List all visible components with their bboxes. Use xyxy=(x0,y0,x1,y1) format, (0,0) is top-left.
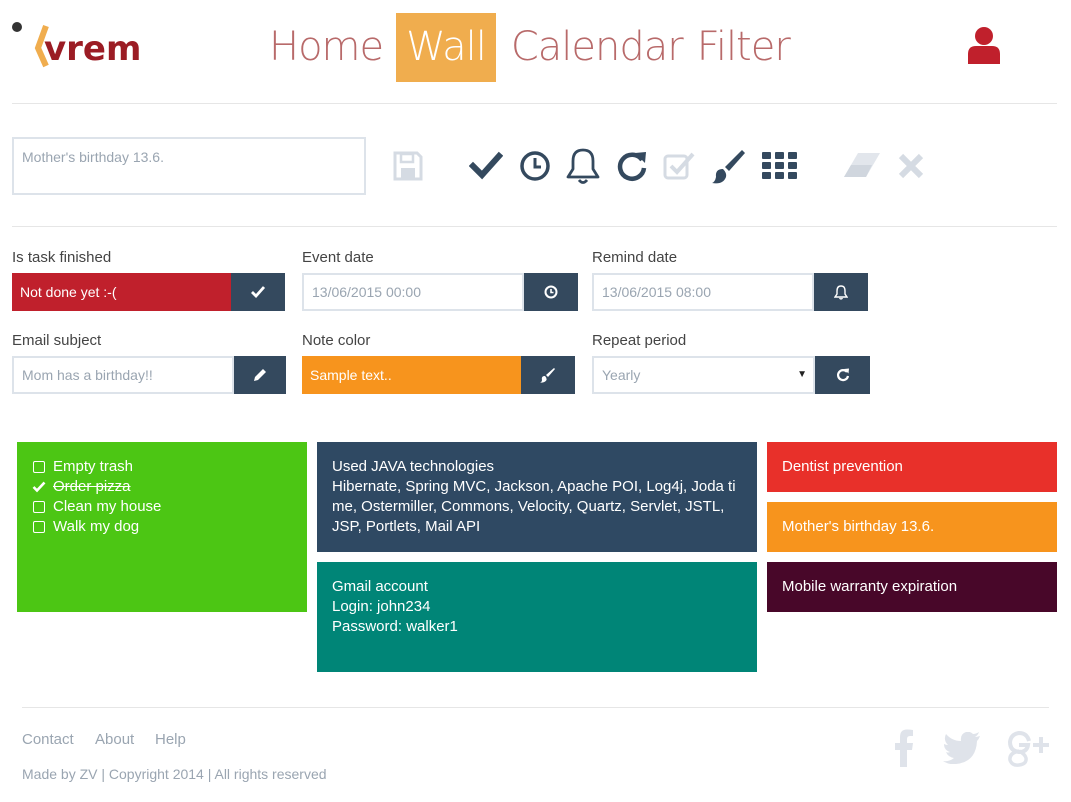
logo-text: vrem xyxy=(44,29,142,69)
caret-down-icon: ▼ xyxy=(797,369,807,380)
repeat-period-label: Repeat period xyxy=(592,332,687,349)
todo-item[interactable]: Walk my dog xyxy=(32,517,292,537)
nav-filter[interactable]: Filter xyxy=(690,13,797,82)
paint-brush-icon[interactable] xyxy=(709,146,749,186)
nav-calendar[interactable]: Calendar xyxy=(504,13,690,82)
repeat-period-button[interactable] xyxy=(815,356,870,394)
main-nav: Home Wall Calendar Filter xyxy=(262,13,797,82)
google-plus-icon[interactable] xyxy=(1006,728,1050,768)
user-icon[interactable] xyxy=(966,26,1002,64)
checkbox-icon[interactable] xyxy=(33,461,45,473)
todo-item-text: Walk my dog xyxy=(53,518,140,535)
footer-link-help[interactable]: Help xyxy=(155,731,186,748)
task-finished-label: Is task finished xyxy=(12,249,112,266)
event-date-label: Event date xyxy=(302,249,374,266)
email-subject-input[interactable]: Mom has a birthday!! xyxy=(12,356,234,394)
divider xyxy=(12,226,1057,227)
refresh-icon xyxy=(836,368,849,382)
repeat-period-value: Yearly xyxy=(602,367,641,383)
grid-icon[interactable] xyxy=(760,146,800,186)
remind-date-button[interactable] xyxy=(814,273,868,311)
twitter-icon[interactable] xyxy=(942,728,982,768)
note-color-label: Note color xyxy=(302,332,371,349)
note-line: JSP, Portlets, Mail API xyxy=(332,518,481,535)
clock-icon[interactable] xyxy=(515,146,555,186)
task-finished-field[interactable]: Not done yet :-( xyxy=(12,273,231,311)
note-line: Gmail account xyxy=(332,578,428,595)
nav-wall[interactable]: Wall xyxy=(396,13,496,82)
note-line: Mobile warranty expiration xyxy=(782,578,958,595)
bell-icon[interactable] xyxy=(563,146,603,186)
checkbox-icon[interactable] xyxy=(33,521,45,533)
warranty-note[interactable]: Mobile warranty expiration xyxy=(767,562,1057,612)
task-finished-button[interactable] xyxy=(231,273,285,311)
eraser-icon[interactable] xyxy=(842,146,882,186)
todo-item[interactable]: Order pizza xyxy=(32,477,292,497)
note-line: Dentist prevention xyxy=(782,458,903,475)
todo-item[interactable]: Clean my house xyxy=(32,497,292,517)
footer-link-contact[interactable]: Contact xyxy=(22,731,74,748)
remind-date-input[interactable]: 13/06/2015 08:00 xyxy=(592,273,814,311)
todo-note[interactable]: Empty trash Order pizza Clean my house W… xyxy=(17,442,307,612)
note-title: Used JAVA technologies xyxy=(332,458,495,475)
divider xyxy=(12,103,1057,104)
gmail-note[interactable]: Gmail account Login: john234 Password: w… xyxy=(317,562,757,672)
paint-brush-icon xyxy=(540,368,555,383)
check-icon xyxy=(251,286,265,298)
logo[interactable]: vrem xyxy=(10,18,150,70)
divider xyxy=(22,707,1049,708)
pencil-icon xyxy=(254,369,266,381)
note-line: Password: walker1 xyxy=(332,618,458,635)
note-line: me, Ostermiller, Commons, Velocity, Quar… xyxy=(332,498,725,515)
note-color-button[interactable] xyxy=(521,356,575,394)
email-subject-label: Email subject xyxy=(12,332,102,349)
java-note[interactable]: Used JAVA technologies Hibernate, Spring… xyxy=(317,442,757,552)
checkbox-icon[interactable] xyxy=(659,146,699,186)
checkbox-icon[interactable] xyxy=(33,501,45,513)
note-line: Login: john234 xyxy=(332,598,431,615)
footer-link-about[interactable]: About xyxy=(95,731,134,748)
check-icon[interactable] xyxy=(32,481,46,493)
event-date-input[interactable]: 13/06/2015 00:00 xyxy=(302,273,524,311)
refresh-icon[interactable] xyxy=(612,146,652,186)
nav-home[interactable]: Home xyxy=(262,13,390,82)
note-text-input[interactable]: Mother's birthday 13.6. xyxy=(12,137,366,195)
check-icon[interactable] xyxy=(466,146,506,186)
copyright-text: Made by ZV | Copyright 2014 | All rights… xyxy=(22,766,327,782)
clock-icon xyxy=(544,285,558,299)
facebook-icon[interactable] xyxy=(890,728,918,768)
dentist-note[interactable]: Dentist prevention xyxy=(767,442,1057,492)
email-subject-button[interactable] xyxy=(234,356,286,394)
remind-date-label: Remind date xyxy=(592,249,678,266)
note-line: Mother's birthday 13.6. xyxy=(782,518,935,535)
birthday-note[interactable]: Mother's birthday 13.6. xyxy=(767,502,1057,552)
todo-item-text: Empty trash xyxy=(53,458,134,475)
todo-item[interactable]: Empty trash xyxy=(32,457,292,477)
repeat-period-select[interactable]: Yearly ▼ xyxy=(592,356,815,394)
bell-icon xyxy=(834,284,848,300)
todo-item-text: Order pizza xyxy=(53,478,131,495)
event-date-button[interactable] xyxy=(524,273,578,311)
todo-item-text: Clean my house xyxy=(53,498,162,515)
close-icon[interactable] xyxy=(891,146,931,186)
save-icon[interactable] xyxy=(388,146,428,186)
note-line: Hibernate, Spring MVC, Jackson, Apache P… xyxy=(332,478,736,495)
note-color-field[interactable]: Sample text.. xyxy=(302,356,521,394)
